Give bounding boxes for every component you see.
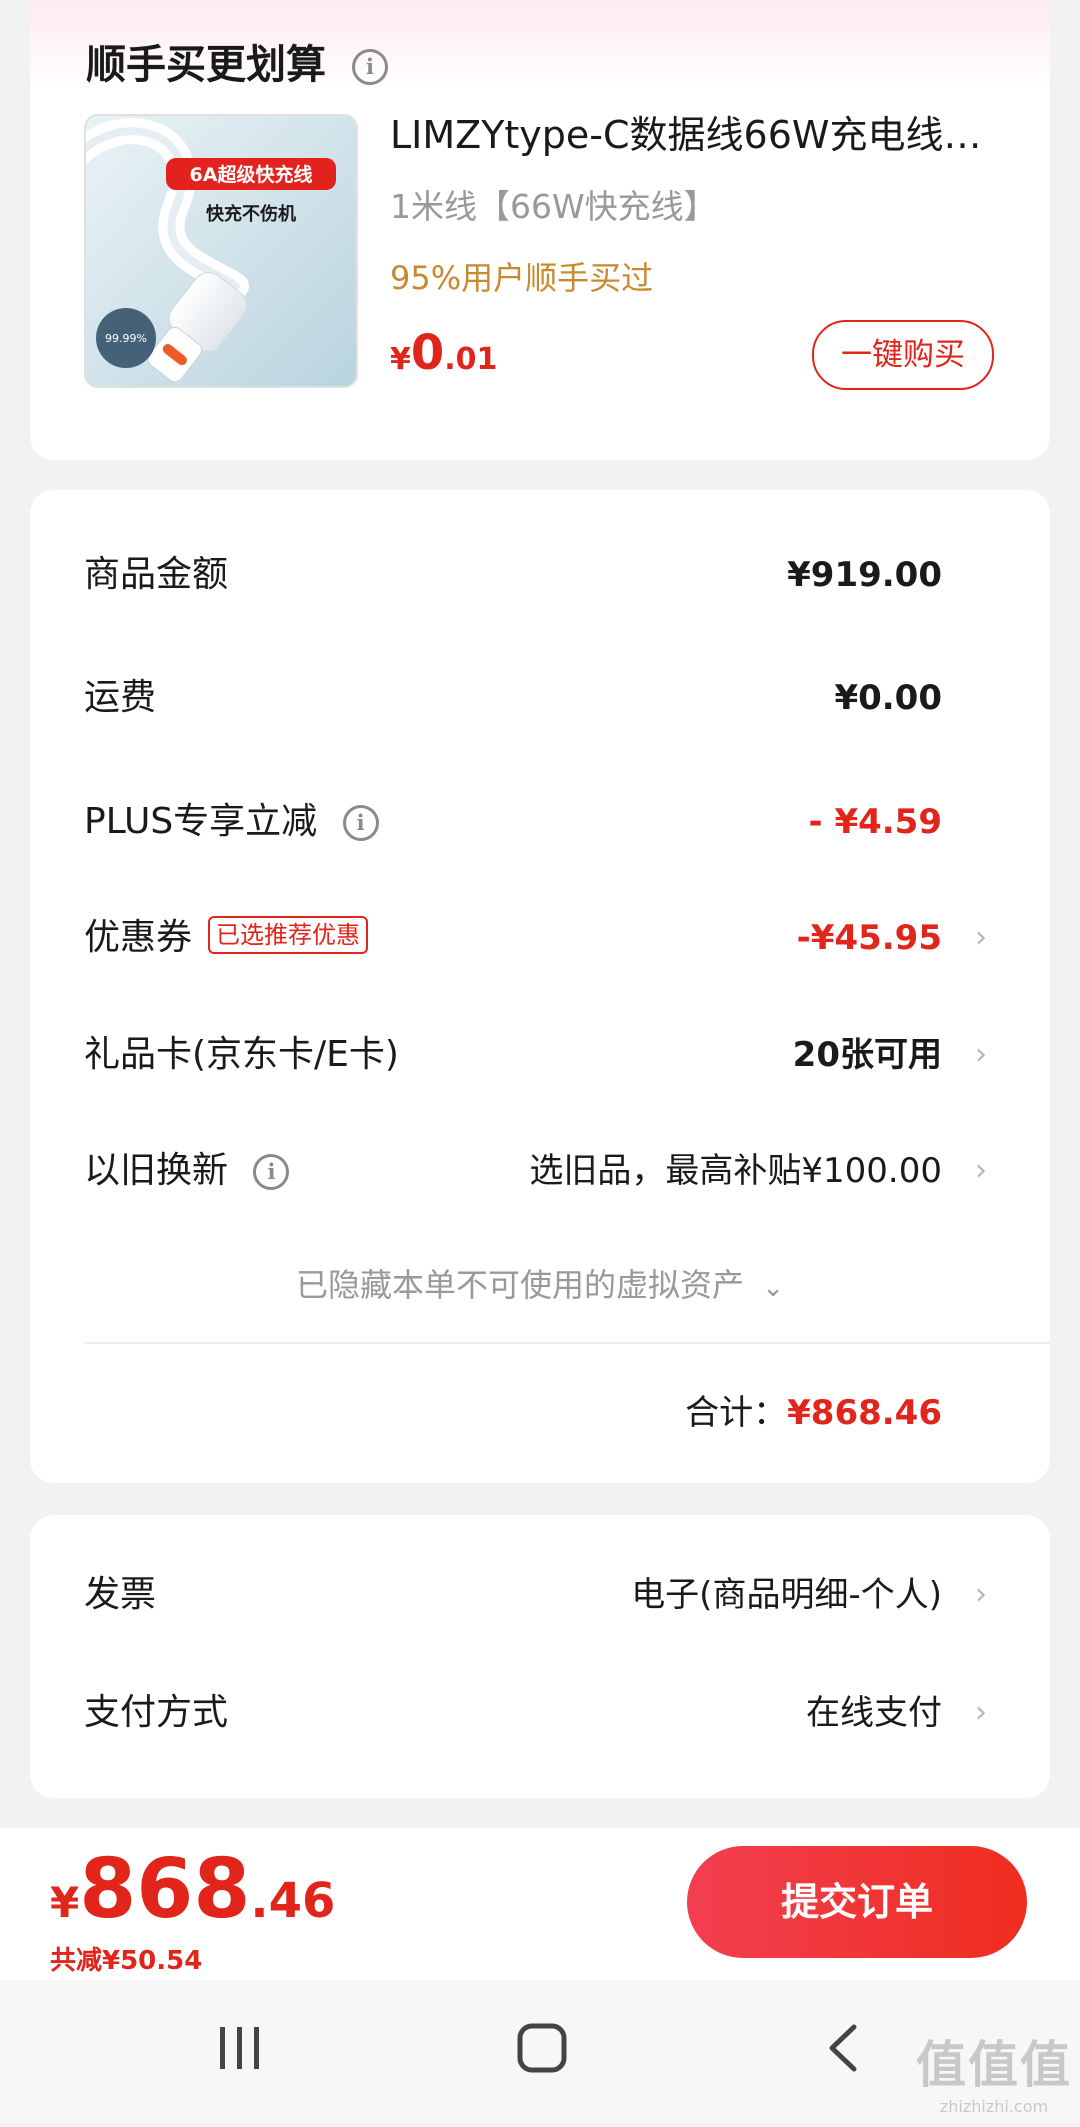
- info-icon[interactable]: i: [351, 49, 388, 85]
- info-icon[interactable]: i: [342, 805, 379, 841]
- divider: [84, 1342, 1050, 1344]
- recommend-title-row: 顺手买更划算 i: [86, 32, 388, 90]
- coupon-badge: 已选推荐优惠: [208, 916, 369, 954]
- recent-apps-icon: [220, 2027, 259, 2069]
- submit-order-button[interactable]: 提交订单: [687, 1846, 1027, 1958]
- giftcard-label: 礼品卡(京东卡/E卡): [84, 1034, 399, 1075]
- hidden-assets-text: 已隐藏本单不可使用的虚拟资产: [296, 1266, 745, 1304]
- product-price: ¥0.01: [390, 325, 497, 381]
- product-price-int: 0: [410, 325, 445, 381]
- home-icon: [517, 2023, 567, 2073]
- product-price-symbol: ¥: [390, 342, 411, 377]
- product-title[interactable]: LIMZYtype-C数据线66W充电线…: [390, 104, 1010, 159]
- checkout-total-int: 868: [79, 1842, 251, 1937]
- coupon-label-wrap: 优惠券 已选推荐优惠: [84, 908, 369, 968]
- back-icon: [829, 2024, 857, 2072]
- total-row: 合计：¥868.46: [685, 1385, 942, 1434]
- plus-discount-value: - ¥4.59: [808, 802, 943, 842]
- watermark-sub: zhizhizhi.com: [939, 2097, 1049, 2116]
- product-image[interactable]: 6A超级快充线 快充不伤机 99.99%: [84, 114, 358, 388]
- coupon-value: -¥45.95: [796, 918, 942, 958]
- product-hint: 95%用户顺手买过: [390, 259, 654, 297]
- recommend-card: 顺手买更划算 i 6A超级快充线 快充不伤机 99.99% LIMZYtype-…: [30, 0, 1050, 460]
- shipping-row: 运费 ¥0.00: [84, 668, 996, 728]
- payment-row[interactable]: 支付方式 在线支付 ›: [84, 1683, 996, 1743]
- watermark: 值值值 zhizhizhi.com: [916, 2025, 1072, 2116]
- chevron-right-icon: ›: [975, 920, 987, 955]
- invoice-card: 发票 电子(商品明细-个人) › 支付方式 在线支付 ›: [30, 1515, 1050, 1798]
- total-label: 合计：: [685, 1393, 788, 1433]
- shipping-value: ¥0.00: [834, 678, 942, 718]
- info-icon[interactable]: i: [253, 1154, 290, 1190]
- product-image-sub-text: 快充不伤机: [206, 203, 296, 225]
- checkout-bar: ¥868.46 共减¥50.54 提交订单: [0, 1828, 1080, 1980]
- shipping-label: 运费: [84, 677, 157, 718]
- giftcard-row[interactable]: 礼品卡(京东卡/E卡) 20张可用 ›: [84, 1025, 996, 1085]
- total-value: ¥868.46: [787, 1393, 942, 1433]
- chevron-right-icon: ›: [975, 1577, 987, 1612]
- plus-discount-row: PLUS专享立减 i - ¥4.59: [84, 792, 996, 852]
- invoice-row[interactable]: 发票 电子(商品明细-个人) ›: [84, 1565, 996, 1625]
- buy-now-button[interactable]: 一键购买: [812, 320, 994, 390]
- giftcard-value: 20张可用: [792, 1035, 942, 1075]
- goods-amount-value: ¥919.00: [787, 555, 942, 595]
- invoice-value: 电子(商品明细-个人): [631, 1575, 942, 1615]
- chevron-right-icon: ›: [975, 1695, 987, 1730]
- watermark-main: 值值值: [916, 2036, 1072, 2094]
- checkout-total: ¥868.46: [50, 1842, 335, 1937]
- product-image-percent-text: 99.99%: [105, 332, 147, 345]
- product-price-dec: .01: [444, 342, 498, 377]
- tradein-row[interactable]: 以旧换新 i 选旧品，最高补贴¥100.00 ›: [84, 1141, 996, 1201]
- plus-discount-label-wrap: PLUS专享立减 i: [84, 792, 379, 852]
- recommend-title: 顺手买更划算: [86, 42, 326, 88]
- product-image-badge-text: 6A超级快充线: [190, 163, 313, 186]
- cost-card: 商品金额 ¥919.00 运费 ¥0.00 PLUS专享立减 i - ¥4.59…: [30, 490, 1050, 1483]
- invoice-label: 发票: [84, 1574, 157, 1615]
- checkout-total-dec: .46: [250, 1873, 336, 1929]
- product-image-graphic: 6A超级快充线 快充不伤机 99.99%: [86, 116, 356, 386]
- back-button[interactable]: [784, 1980, 904, 2123]
- tradein-label-wrap: 以旧换新 i: [84, 1141, 290, 1201]
- product-spec: 1米线【66W快充线】: [390, 187, 717, 226]
- payment-label: 支付方式: [84, 1692, 229, 1733]
- goods-amount-row: 商品金额 ¥919.00: [84, 545, 996, 605]
- coupon-label: 优惠券: [84, 917, 193, 958]
- goods-amount-label: 商品金额: [84, 554, 229, 595]
- home-button[interactable]: [482, 1980, 602, 2123]
- chevron-down-icon: ⌄: [762, 1273, 784, 1303]
- recent-apps-button[interactable]: [180, 1980, 300, 2123]
- chevron-right-icon: ›: [975, 1037, 987, 1072]
- checkout-total-symbol: ¥: [50, 1878, 80, 1927]
- plus-discount-label: PLUS专享立减: [84, 801, 318, 842]
- chevron-right-icon: ›: [975, 1153, 987, 1188]
- hidden-assets-toggle[interactable]: 已隐藏本单不可使用的虚拟资产 ⌄: [30, 1260, 1050, 1306]
- tradein-label: 以旧换新: [84, 1150, 229, 1191]
- coupon-row[interactable]: 优惠券 已选推荐优惠 -¥45.95 ›: [84, 908, 996, 968]
- payment-value: 在线支付: [806, 1693, 942, 1733]
- saved-amount: 共减¥50.54: [50, 1946, 203, 1976]
- tradein-value: 选旧品，最高补贴¥100.00: [529, 1151, 942, 1191]
